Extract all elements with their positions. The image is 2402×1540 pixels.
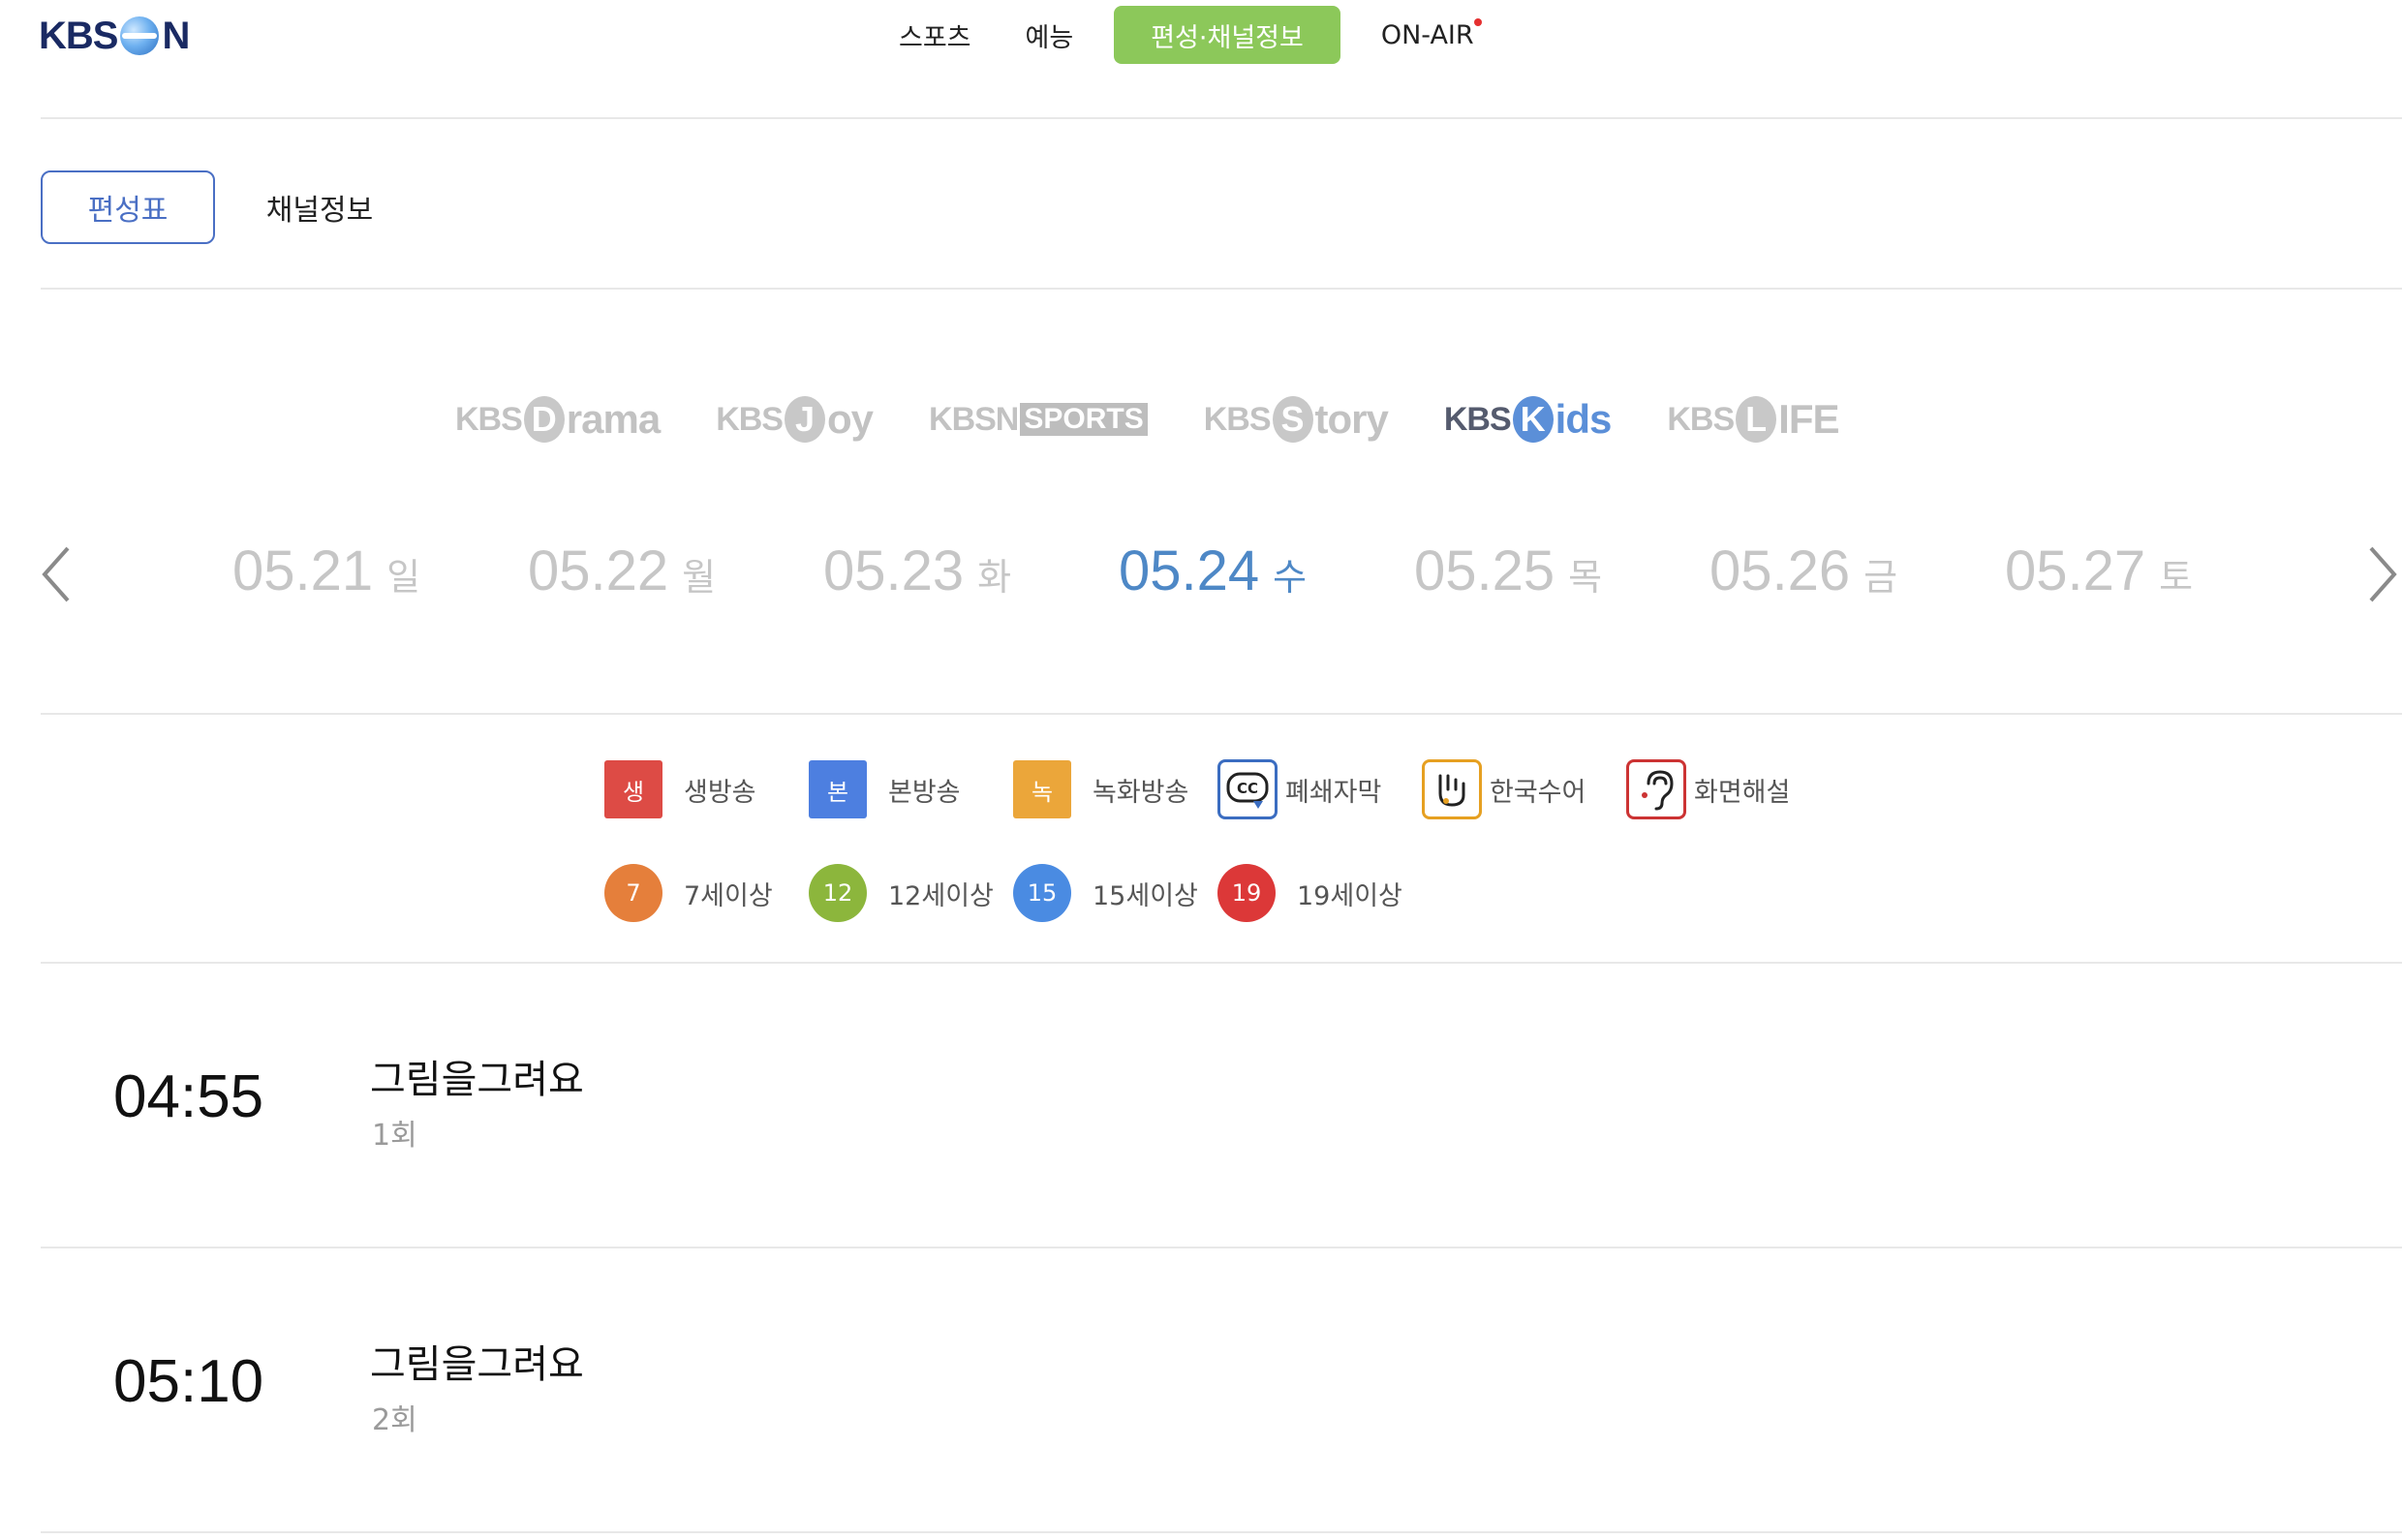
age-19-badge: 19 xyxy=(1217,864,1276,922)
legend-recorded: 녹 녹화방송 xyxy=(1013,760,1217,818)
program-episode: 1회 xyxy=(372,1119,417,1153)
channel-kbsn-sports[interactable]: KBSN SPORTS xyxy=(929,401,1148,439)
premiere-badge: 본 xyxy=(809,760,867,818)
live-badge: 생 xyxy=(604,760,662,818)
legend-age-ratings: 7 7세이상 12 12세이상 15 15세이상 19 19세이상 xyxy=(604,864,1422,922)
channel-kbs-life[interactable]: KBS L IFE xyxy=(1667,396,1840,443)
date-item[interactable]: 05.23 화 xyxy=(823,539,1119,603)
tab-channel-info[interactable]: 채널정보 xyxy=(223,170,416,244)
kbs-n-logo[interactable]: KBS N xyxy=(39,14,190,58)
legend-age-15: 15 15세이상 xyxy=(1013,864,1217,922)
date-item[interactable]: 05.27 토 xyxy=(2005,539,2300,603)
next-week-button[interactable] xyxy=(2363,542,2402,606)
channel-kbs-kids[interactable]: KBS Kids xyxy=(1444,396,1612,443)
chevron-right-icon xyxy=(2369,546,2397,602)
date-item[interactable]: 05.25 목 xyxy=(1414,539,1709,603)
audio-description-icon xyxy=(1626,759,1686,819)
nav-item-sports[interactable]: 스포츠 xyxy=(872,6,999,64)
logo-text-left: KBS xyxy=(39,14,118,57)
legend-age-7: 7 7세이상 xyxy=(604,864,809,922)
nav-item-schedule-channel[interactable]: 편성·채널정보 xyxy=(1114,6,1340,64)
program-title: 그림을그려요 xyxy=(370,1342,584,1387)
schedule-row[interactable]: 04:55 그림을그려요 1회 xyxy=(41,964,2402,1247)
date-item[interactable]: 05.21 일 xyxy=(232,539,528,603)
legend-sign-language: 한국수어 xyxy=(1422,759,1626,819)
svg-text:CC: CC xyxy=(1237,780,1258,797)
subtab-divider xyxy=(41,288,2402,290)
date-selector: 05.21 일 05.22 월 05.23 화 05.24 수 05.25 목 05.26… xyxy=(232,539,2300,603)
logo-text-right: N xyxy=(162,14,190,57)
page: KBS N 스포츠 예능 편성·채널정보 ON-AIR 편성표 채널정보 KBS… xyxy=(0,0,2402,1540)
age-7-badge: 7 xyxy=(604,864,662,922)
nav-item-entertainment[interactable]: 예능 xyxy=(999,6,1101,64)
legend-age-12: 12 12세이상 xyxy=(809,864,1013,922)
date-item[interactable]: 05.22 월 xyxy=(528,539,823,603)
legend-broadcast-types: 생 생방송 본 본방송 녹 녹화방송 CC 폐쇄자막 한국수어 화면해설 xyxy=(604,759,1831,819)
channel-kbs-joy[interactable]: KBS Joy xyxy=(716,396,874,443)
legend-audio-description: 화면해설 xyxy=(1626,759,1831,819)
program-episode: 2회 xyxy=(372,1403,417,1437)
nav-item-on-air[interactable]: ON-AIR xyxy=(1354,6,1501,64)
closed-caption-icon: CC xyxy=(1217,759,1278,819)
legend-live: 생 생방송 xyxy=(604,760,809,818)
chevron-left-icon xyxy=(42,546,70,602)
program-title: 그림을그려요 xyxy=(370,1058,584,1102)
age-15-badge: 15 xyxy=(1013,864,1071,922)
tab-schedule[interactable]: 편성표 xyxy=(41,170,215,244)
age-12-badge: 12 xyxy=(809,864,867,922)
legend-premiere: 본 본방송 xyxy=(809,760,1013,818)
sign-language-icon xyxy=(1422,759,1482,819)
live-dot-icon xyxy=(1473,18,1482,26)
schedule-row[interactable]: 05:10 그림을그려요 2회 xyxy=(41,1248,2402,1531)
channel-selector: KBS Drama KBS Joy KBSN SPORTS KBS Story KBS K… xyxy=(455,385,1895,453)
program-time: 05:10 xyxy=(113,1348,264,1415)
channel-kbs-drama[interactable]: KBS Drama xyxy=(455,396,661,443)
top-navigation: 스포츠 예능 편성·채널정보 ON-AIR xyxy=(872,6,1501,64)
date-item-selected[interactable]: 05.24 수 xyxy=(1119,539,1414,603)
legend-closed-caption: CC 폐쇄자막 xyxy=(1217,759,1422,819)
schedule-divider xyxy=(41,1531,2402,1533)
channel-kbs-story[interactable]: KBS Story xyxy=(1204,396,1389,443)
legend-age-19: 19 19세이상 xyxy=(1217,864,1422,922)
logo-orb-icon xyxy=(120,16,160,55)
header-divider xyxy=(41,117,2402,119)
date-item[interactable]: 05.26 금 xyxy=(1709,539,2005,603)
program-time: 04:55 xyxy=(113,1063,264,1130)
date-divider xyxy=(41,713,2402,715)
prev-week-button[interactable] xyxy=(37,542,76,606)
recorded-badge: 녹 xyxy=(1013,760,1071,818)
